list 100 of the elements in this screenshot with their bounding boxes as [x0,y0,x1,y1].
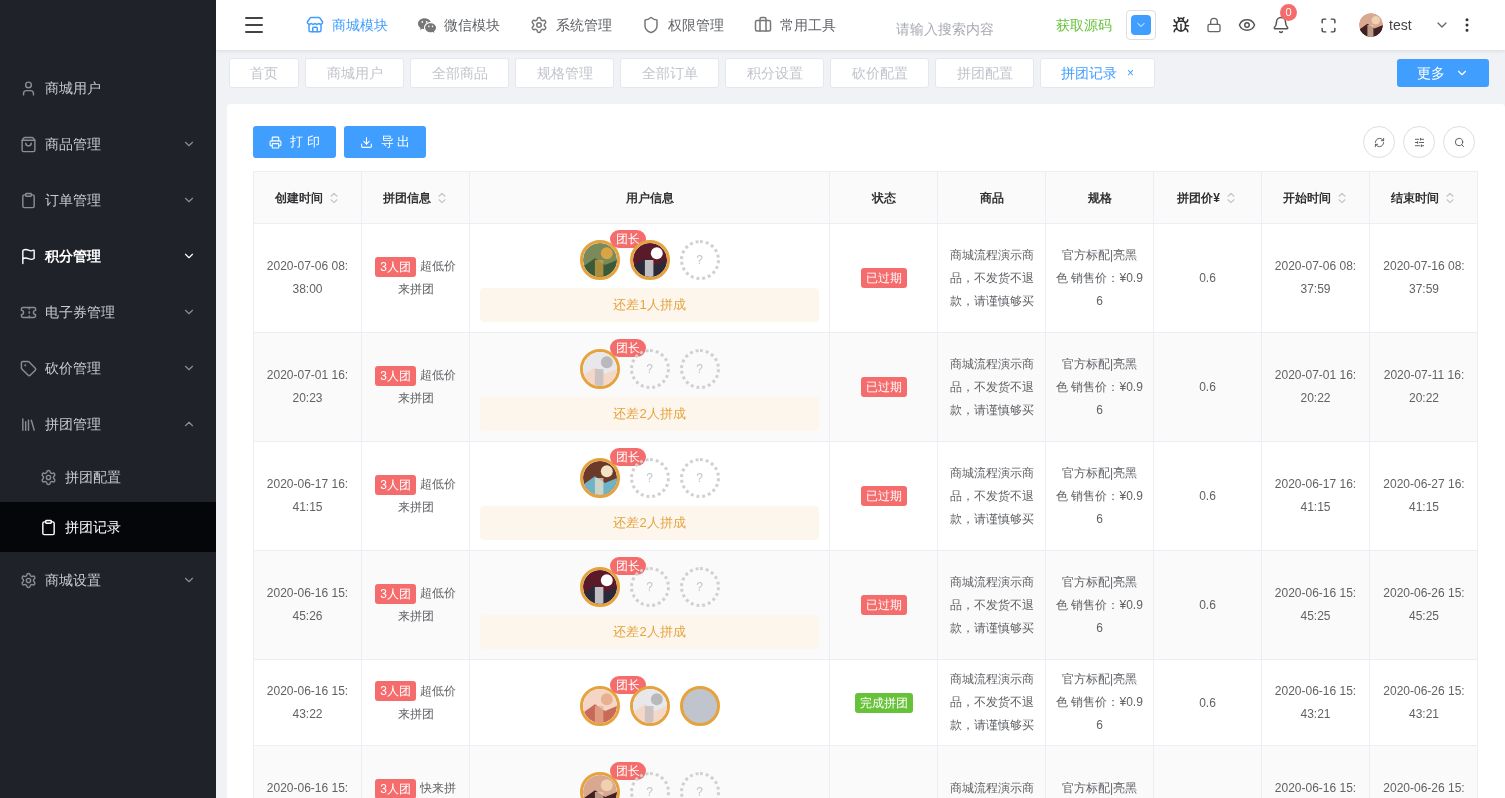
group-size-badge: 3人团 [375,778,416,798]
spec-text: 官方标配|亮黑 [1061,780,1138,797]
briefcase-icon [754,16,772,34]
fullscreen-icon[interactable] [1320,16,1337,34]
tag-icon [20,359,37,377]
progress-note: 还差2人拼成 [480,397,819,431]
status-tag: 已过期 [860,268,907,288]
sidebar-subitem[interactable]: 拼团配置 [0,452,216,502]
end-time: 2020-06-26 15: 45:25 [1383,585,1465,625]
created-time: 2020-06-16 15: [266,780,349,797]
created-time: 2020-06-16 15: 43:22 [266,682,349,723]
column-header: 规格 [1046,172,1154,223]
user-icon [20,79,37,97]
column-header: 商品 [938,172,1046,223]
start-time: 2020-06-16 15: 43:21 [1274,682,1357,723]
group-size-badge: 3人团 [375,583,416,604]
goods-name: 商城流程演示商 [949,780,1034,797]
column-header[interactable]: 结束时间 [1370,172,1478,223]
group-title: 快来拼 [419,780,456,797]
group-title: 超低价 [419,367,456,384]
goods-name: 商城流程演示商 品，不发货不退 款，请谨慎够买 [949,573,1034,637]
spec-text: 官方标配|亮黑 色 销售价：¥0.9 6 [1056,464,1143,528]
status-tag: 已过期 [860,595,907,615]
notification-badge: 0 [1280,4,1297,21]
group-price: 0.6 [1199,597,1216,614]
group-size-badge: 3人团 [375,474,416,495]
download-icon [359,135,373,149]
created-time: 2020-06-16 15: 45:26 [266,585,349,625]
lock-icon[interactable] [1206,17,1222,33]
gear-icon [20,571,37,589]
store-icon [306,16,324,34]
end-time: 2020-06-26 15: [1383,780,1465,797]
books-icon [20,415,37,433]
group-title: 超低价 [419,585,456,602]
search-field[interactable]: 请输入搜索内容 [896,18,1026,40]
spec-text: 官方标配|亮黑 色 销售价：¥0.9 6 [1056,246,1143,310]
empty-slot: ? [679,240,720,280]
end-time: 2020-06-26 15: 43:21 [1383,682,1465,723]
created-time: 2020-06-17 16: 41:15 [266,476,349,516]
empty-slot: ? [679,771,720,798]
empty-slot: ? [679,349,720,389]
group-title: 来拼团 [396,499,435,516]
spec-text: 官方标配|亮黑 色 销售价：¥0.9 6 [1056,355,1143,419]
status-tag: 已过期 [860,486,907,506]
status-tag: 已过期 [860,377,907,397]
clipboard-icon [40,518,57,536]
column-header[interactable]: 创建时间 [254,172,362,223]
empty-slot: ? [679,567,720,607]
module-tab[interactable]: 常用工具 [754,14,836,36]
goods-name: 商城流程演示商 品，不发货不退 款，请谨慎够买 [949,671,1034,734]
sliders-icon [1413,136,1425,148]
group-price: 0.6 [1199,379,1216,396]
start-time: 2020-06-16 15: [1274,780,1357,797]
gear-icon [40,468,57,486]
progress-note: 还差2人拼成 [480,615,819,649]
goods-name: 商城流程演示商 品，不发货不退 款，请谨慎够买 [949,355,1034,419]
goods-name: 商城流程演示商 品，不发货不退 款，请谨慎够买 [949,464,1034,528]
dropdown-button[interactable] [1126,10,1156,40]
group-title: 来拼团 [396,390,435,407]
goods-name: 商城流程演示商 品，不发货不退 款，请谨慎够买 [949,246,1034,310]
spec-text: 官方标配|亮黑 色 销售价：¥0.9 6 [1056,671,1143,734]
sidebar-item[interactable]: 砍价管理 [0,340,216,396]
sidebar-item[interactable]: 商城用户 [0,60,216,116]
eye-icon[interactable] [1238,16,1256,34]
end-time: 2020-07-16 08: 37:59 [1383,258,1465,298]
module-tab[interactable]: 系统管理 [530,14,612,36]
group-price: 0.6 [1199,270,1216,287]
printer-icon [269,135,282,149]
chat-icon [418,16,436,34]
sidebar-item[interactable]: 拼团管理 [0,396,216,452]
column-header[interactable]: 开始时间 [1262,172,1370,223]
sidebar-item[interactable]: 订单管理 [0,172,216,228]
module-tab[interactable]: 权限管理 [642,14,724,36]
clipboard-icon [20,191,37,209]
created-time: 2020-07-01 16: 20:23 [266,367,349,407]
sidebar-item[interactable]: 积分管理 [0,228,216,284]
gear-icon [530,16,548,34]
sidebar-subitem[interactable]: 拼团记录 [0,502,216,552]
bug-icon[interactable] [1172,16,1190,34]
group-price: 0.6 [1199,488,1216,505]
end-time: 2020-07-11 16: 20:22 [1383,367,1465,407]
user-name[interactable]: test [1389,14,1412,36]
user-avatar[interactable] [1359,13,1383,37]
refresh-icon [1373,136,1385,148]
sidebar-item[interactable]: 商品管理 [0,116,216,172]
start-time: 2020-06-17 16: 41:15 [1274,476,1357,516]
group-title: 超低价 [419,258,456,275]
bell-icon[interactable] [1272,16,1290,34]
group-title: 来拼团 [396,281,435,298]
column-header[interactable]: 拼团信息 [362,172,470,223]
avatar [679,685,720,726]
module-tab[interactable]: 微信模块 [418,14,500,36]
shield-icon [642,16,660,34]
group-title: 超低价 [419,682,456,700]
sidebar-item[interactable]: 商城设置 [0,552,216,608]
sidebar-item[interactable]: 电子券管理 [0,284,216,340]
column-header[interactable]: 拼团价¥ [1154,172,1262,223]
group-title: 来拼团 [396,705,435,723]
group-size-badge: 3人团 [375,256,416,277]
spec-text: 官方标配|亮黑 色 销售价：¥0.9 6 [1056,573,1143,637]
